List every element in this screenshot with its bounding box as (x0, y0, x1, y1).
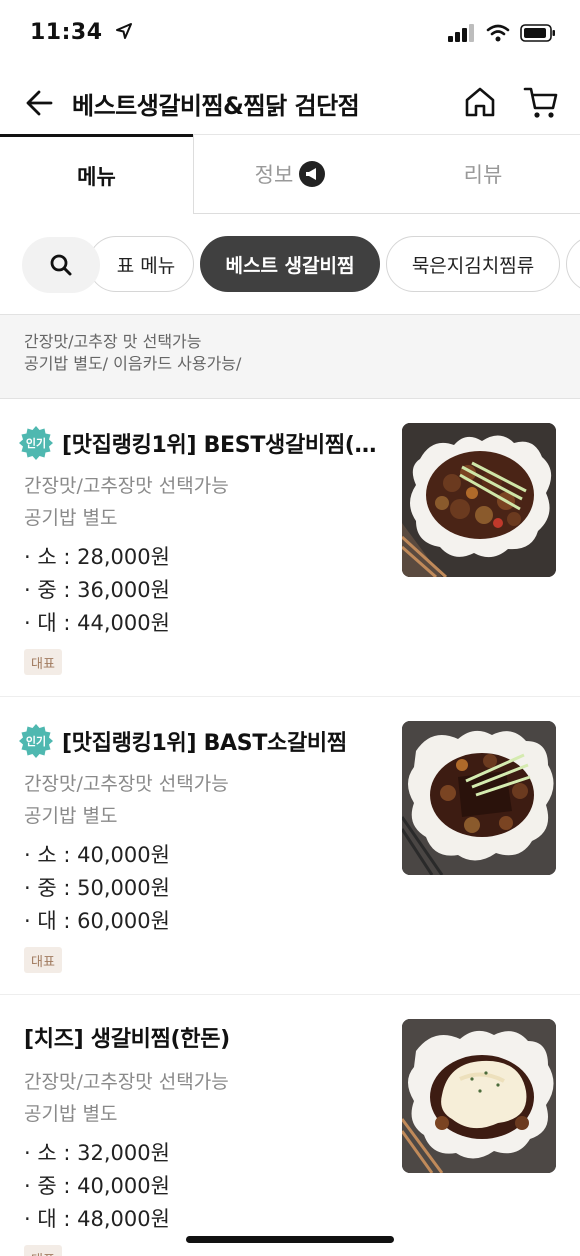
item-name: [치즈] 생갈비찜(한돈) (24, 1027, 230, 1052)
clock-text: 11:34 (30, 20, 103, 45)
location-arrow-icon (115, 23, 132, 39)
tab-info-label: 정보 (254, 163, 294, 187)
item-description: 간장맛/고추장맛 선택가능 (24, 1071, 229, 1093)
tab-review[interactable]: 리뷰 (386, 134, 580, 214)
status-time: 11:34 (30, 20, 133, 45)
representative-tag: 대표 (24, 947, 62, 973)
item-price-large: · 대 : 60,000원 (24, 909, 170, 933)
notice-line: 간장맛/고추장 맛 선택가능 (24, 332, 202, 351)
item-price-large: · 대 : 48,000원 (24, 1207, 170, 1231)
item-price-medium: · 중 : 40,000원 (24, 1174, 170, 1198)
home-icon (465, 87, 495, 117)
home-indicator (186, 1236, 394, 1243)
menu-item[interactable]: 인기 [맛집랭킹1위] BEST생갈비찜(… 간장맛/고추장맛 선택가능 공기밥… (0, 399, 580, 697)
item-description: 간장맛/고추장맛 선택가능 (24, 773, 229, 795)
tab-info[interactable]: 정보 (193, 134, 386, 214)
item-name: [맛집랭킹1위] BAST소갈비찜 (62, 731, 347, 756)
item-description: 공기밥 별도 (24, 507, 118, 529)
battery-icon (520, 24, 555, 42)
category-notice: 간장맛/고추장 맛 선택가능 공기밥 별도/ 이음카드 사용가능/ (0, 314, 580, 399)
chip-kimchi-jjim[interactable]: 묵은지김치찜류 (386, 236, 560, 292)
tab-menu-label: 메뉴 (77, 164, 116, 189)
wifi-icon (486, 24, 510, 42)
item-price-medium: · 중 : 36,000원 (24, 578, 170, 602)
chip-label: 묵은지김치찜류 (411, 254, 535, 277)
store-title: 베스트생갈비찜&찜닭 검단점 (72, 92, 360, 120)
app-header: 베스트생갈비찜&찜닭 검단점 (0, 72, 580, 134)
tab-review-label: 리뷰 (463, 163, 503, 187)
chip-best-galbijjim[interactable]: 베스트 생갈비찜 (200, 236, 380, 292)
back-arrow-icon (26, 90, 53, 116)
megaphone-icon (299, 161, 326, 187)
chip-label: 베스트 생갈비찜 (225, 254, 355, 277)
notice-line: 공기밥 별도/ 이음카드 사용가능/ (24, 354, 242, 373)
item-name-row: 인기 [맛집랭킹1위] BAST소갈비찜 (18, 723, 347, 759)
store-tabs: 메뉴 정보 리뷰 (0, 134, 580, 214)
item-price-small: · 소 : 28,000원 (24, 545, 170, 569)
chip-more[interactable] (566, 236, 580, 292)
item-price-large: · 대 : 44,000원 (24, 611, 170, 635)
item-price-medium: · 중 : 50,000원 (24, 876, 170, 900)
home-button[interactable] (462, 84, 498, 120)
popular-badge: 인기 (18, 425, 54, 461)
item-price-small: · 소 : 40,000원 (24, 843, 170, 867)
search-icon (50, 254, 72, 276)
back-button[interactable] (22, 86, 56, 120)
cart-button[interactable] (522, 84, 560, 120)
popular-badge-text: 인기 (25, 735, 47, 748)
menu-item[interactable]: [치즈] 생갈비찜(한돈) 간장맛/고추장맛 선택가능 공기밥 별도 · 소 :… (0, 995, 580, 1256)
item-photo (402, 721, 556, 875)
item-name: [맛집랭킹1위] BEST생갈비찜(… (62, 433, 377, 458)
item-price-small: · 소 : 32,000원 (24, 1141, 170, 1165)
representative-tag: 대표 (24, 1245, 62, 1256)
item-name-row: 인기 [맛집랭킹1위] BEST생갈비찜(… (18, 425, 376, 461)
category-chips: 표 메뉴 베스트 생갈비찜 묵은지김치찜류 (0, 236, 580, 294)
item-description: 공기밥 별도 (24, 1103, 118, 1125)
status-bar: 11:34 (0, 0, 580, 72)
cart-icon (523, 87, 558, 118)
chip-label: 표 메뉴 (116, 254, 176, 277)
menu-item[interactable]: 인기 [맛집랭킹1위] BAST소갈비찜 간장맛/고추장맛 선택가능 공기밥 별… (0, 697, 580, 995)
popular-badge-text: 인기 (25, 437, 47, 450)
signal-icon (448, 24, 474, 42)
chip-representative-menu[interactable]: 표 메뉴 (88, 236, 194, 292)
item-name-row: [치즈] 생갈비찜(한돈) (24, 1021, 230, 1053)
item-photo (402, 1019, 556, 1173)
popular-badge: 인기 (18, 723, 54, 759)
menu-search-button[interactable] (22, 237, 100, 293)
item-photo (402, 423, 556, 577)
tab-menu[interactable]: 메뉴 (0, 134, 193, 214)
representative-tag: 대표 (24, 649, 62, 675)
item-description: 간장맛/고추장맛 선택가능 (24, 475, 229, 497)
status-icons (448, 24, 556, 42)
item-description: 공기밥 별도 (24, 805, 118, 827)
